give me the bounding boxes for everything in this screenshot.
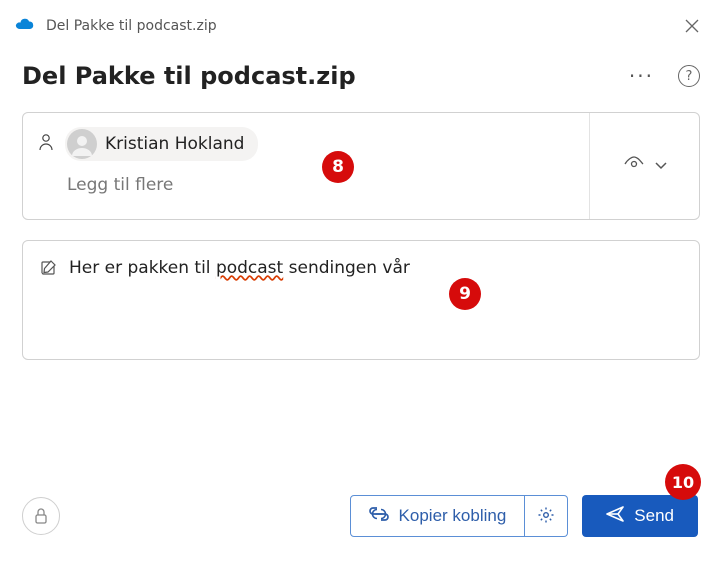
send-label: Send (634, 506, 674, 526)
titlebar-text: Del Pakke til podcast.zip (46, 18, 666, 34)
header-icons: ··· ? (629, 64, 700, 88)
message-post: sendingen vår (283, 258, 410, 278)
onedrive-icon (14, 18, 36, 34)
compose-icon (39, 259, 57, 281)
gear-icon (537, 506, 555, 527)
recipient-input-area[interactable]: Kristian Hokland Legg til flere (23, 113, 589, 219)
add-more-placeholder[interactable]: Legg til flere (67, 175, 573, 195)
copy-link-button[interactable]: Kopier kobling (350, 495, 526, 537)
message-spellerror: podcast (216, 258, 283, 278)
link-settings-lock-button[interactable] (22, 497, 60, 535)
message-pre: Her er pakken til (69, 258, 216, 278)
permission-dropdown[interactable] (589, 113, 699, 219)
link-icon (369, 506, 389, 526)
footer: Kopier kobling Send (0, 477, 722, 563)
message-box[interactable]: Her er pakken til podcast sendingen vår (22, 240, 700, 360)
copy-link-label: Kopier kobling (399, 506, 507, 526)
send-button[interactable]: Send (582, 495, 698, 537)
link-settings-button[interactable] (525, 495, 568, 537)
message-text[interactable]: Her er pakken til podcast sendingen vår (69, 257, 410, 281)
recipient-row: Kristian Hokland (39, 127, 573, 161)
more-options-icon[interactable]: ··· (629, 64, 654, 88)
send-icon (606, 506, 624, 527)
close-button[interactable] (676, 10, 708, 42)
recipient-box: Kristian Hokland Legg til flere (22, 112, 700, 220)
person-outline-icon (39, 133, 53, 155)
recipient-name: Kristian Hokland (105, 134, 244, 154)
avatar-icon (67, 129, 97, 159)
chevron-down-icon (655, 160, 667, 173)
header-row: Del Pakke til podcast.zip ··· ? (22, 62, 700, 90)
help-icon[interactable]: ? (678, 65, 700, 87)
titlebar: Del Pakke til podcast.zip (0, 0, 722, 52)
recipient-chip[interactable]: Kristian Hokland (65, 127, 258, 161)
copy-link-group: Kopier kobling (350, 495, 569, 537)
dialog-body: Del Pakke til podcast.zip ··· ? Kristian… (0, 52, 722, 382)
page-title: Del Pakke til podcast.zip (22, 62, 629, 90)
can-view-icon (623, 153, 645, 179)
